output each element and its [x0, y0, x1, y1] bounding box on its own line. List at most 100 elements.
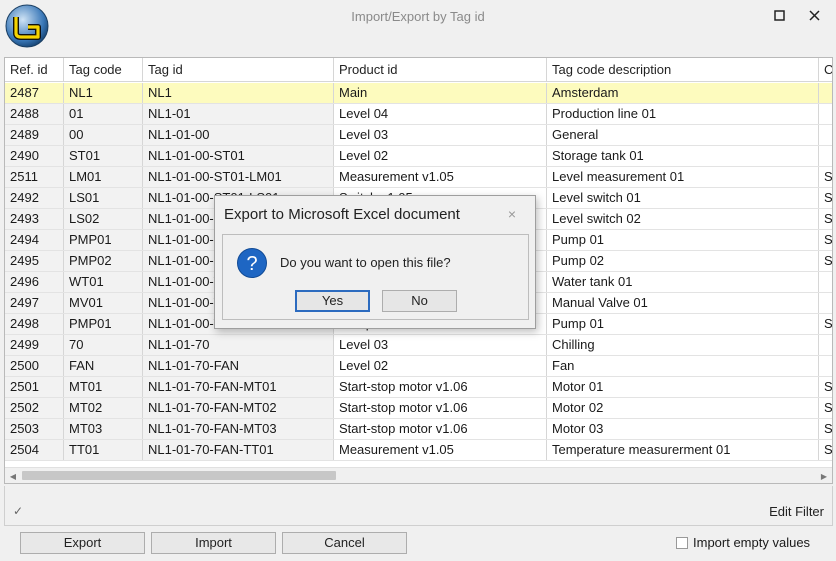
scroll-left-icon[interactable]: ◀ [5, 468, 21, 483]
dialog-close-icon[interactable]: × [508, 206, 516, 222]
table-row[interactable]: 2490 ST01 NL1-01-00-ST01 Level 02 Storage ta… [5, 146, 832, 167]
cell-ref-id[interactable]: 2500 [5, 356, 64, 376]
cell-tag-code[interactable]: WT01 [64, 272, 143, 292]
cell-ref-id[interactable]: 2492 [5, 188, 64, 208]
cell-tag-code[interactable]: LM01 [64, 167, 143, 187]
table-row[interactable]: 2501 MT01 NL1-01-70-FAN-MT01 Start-stop mot… [5, 377, 832, 398]
cell-tag-description[interactable]: Production line 01 [547, 104, 819, 124]
column-header-ref-id[interactable]: Ref. id [5, 58, 64, 82]
import-empty-checkbox[interactable] [676, 536, 688, 549]
cell-ref-id[interactable]: 2504 [5, 440, 64, 460]
cell-tag-id[interactable]: NL1-01-00-ST01 [143, 146, 334, 166]
cell-tag-description[interactable]: Motor 01 [547, 377, 819, 397]
cell-c[interactable] [819, 272, 832, 292]
table-row[interactable]: 2499 70 NL1-01-70 Level 03 Chilling [5, 335, 832, 356]
cell-tag-id[interactable]: NL1-01-70-FAN [143, 356, 334, 376]
cell-tag-code[interactable]: ST01 [64, 146, 143, 166]
cell-tag-description[interactable]: Level measurement 01 [547, 167, 819, 187]
cell-product-id[interactable]: Measurement v1.05 [334, 440, 547, 460]
scroll-thumb[interactable] [22, 471, 336, 480]
cancel-button[interactable]: Cancel [282, 532, 407, 554]
cell-c[interactable]: S [819, 419, 832, 439]
cell-c[interactable] [819, 356, 832, 376]
cell-tag-id[interactable]: NL1 [143, 83, 334, 103]
cell-tag-id[interactable]: NL1-01-70-FAN-MT01 [143, 377, 334, 397]
cell-tag-code[interactable]: PMP01 [64, 230, 143, 250]
cell-ref-id[interactable]: 2498 [5, 314, 64, 334]
cell-ref-id[interactable]: 2487 [5, 83, 64, 103]
cell-product-id[interactable]: Level 03 [334, 335, 547, 355]
cell-c[interactable]: S [819, 377, 832, 397]
import-empty-option[interactable]: Import empty values [676, 535, 810, 550]
cell-c[interactable]: S [819, 251, 832, 271]
cell-ref-id[interactable]: 2488 [5, 104, 64, 124]
cell-tag-description[interactable]: Level switch 01 [547, 188, 819, 208]
edit-filter-link[interactable]: Edit Filter [769, 504, 824, 519]
cell-product-id[interactable]: Start-stop motor v1.06 [334, 419, 547, 439]
cell-product-id[interactable]: Start-stop motor v1.06 [334, 398, 547, 418]
cell-tag-code[interactable]: MT01 [64, 377, 143, 397]
close-window-button[interactable] [805, 6, 823, 24]
cell-tag-description[interactable]: General [547, 125, 819, 145]
cell-c[interactable] [819, 104, 832, 124]
cell-product-id[interactable]: Start-stop motor v1.06 [334, 377, 547, 397]
cell-tag-description[interactable]: Temperature measurerment 01 [547, 440, 819, 460]
cell-tag-id[interactable]: NL1-01-70-FAN-TT01 [143, 440, 334, 460]
table-row[interactable]: 2487 NL1 NL1 Main Amsterdam [5, 83, 832, 104]
cell-tag-id[interactable]: NL1-01-00 [143, 125, 334, 145]
cell-ref-id[interactable]: 2494 [5, 230, 64, 250]
table-row[interactable]: 2503 MT03 NL1-01-70-FAN-MT03 Start-stop mot… [5, 419, 832, 440]
cell-product-id[interactable]: Level 02 [334, 356, 547, 376]
cell-tag-code[interactable]: MT02 [64, 398, 143, 418]
cell-c[interactable]: S [819, 398, 832, 418]
cell-tag-id[interactable]: NL1-01-70-FAN-MT03 [143, 419, 334, 439]
cell-c[interactable] [819, 335, 832, 355]
cell-tag-code[interactable]: LS02 [64, 209, 143, 229]
cell-tag-id[interactable]: NL1-01 [143, 104, 334, 124]
cell-c[interactable] [819, 146, 832, 166]
cell-tag-id[interactable]: NL1-01-70 [143, 335, 334, 355]
cell-tag-code[interactable]: PMP01 [64, 314, 143, 334]
cell-tag-id[interactable]: NL1-01-00-ST01-LM01 [143, 167, 334, 187]
no-button[interactable]: No [382, 290, 457, 312]
cell-c[interactable]: S [819, 188, 832, 208]
cell-tag-code[interactable]: 00 [64, 125, 143, 145]
cell-product-id[interactable]: Level 02 [334, 146, 547, 166]
cell-ref-id[interactable]: 2511 [5, 167, 64, 187]
cell-c[interactable]: S [819, 314, 832, 334]
cell-c[interactable] [819, 293, 832, 313]
cell-tag-description[interactable]: Storage tank 01 [547, 146, 819, 166]
column-header-product-id[interactable]: Product id [334, 58, 547, 82]
cell-c[interactable] [819, 125, 832, 145]
cell-c[interactable] [819, 83, 832, 103]
cell-tag-code[interactable]: LS01 [64, 188, 143, 208]
cell-tag-description[interactable]: Pump 01 [547, 314, 819, 334]
cell-tag-code[interactable]: 70 [64, 335, 143, 355]
cell-tag-code[interactable]: NL1 [64, 83, 143, 103]
cell-c[interactable]: S [819, 440, 832, 460]
cell-ref-id[interactable]: 2490 [5, 146, 64, 166]
cell-product-id[interactable]: Main [334, 83, 547, 103]
cell-ref-id[interactable]: 2497 [5, 293, 64, 313]
cell-tag-description[interactable]: Motor 02 [547, 398, 819, 418]
cell-product-id[interactable]: Measurement v1.05 [334, 167, 547, 187]
maximize-button[interactable] [770, 6, 788, 24]
table-row[interactable]: 2511 LM01 NL1-01-00-ST01-LM01 Measurement v… [5, 167, 832, 188]
cell-tag-id[interactable]: NL1-01-70-FAN-MT02 [143, 398, 334, 418]
cell-c[interactable]: S [819, 230, 832, 250]
column-header-tag-code[interactable]: Tag code [64, 58, 143, 82]
cell-ref-id[interactable]: 2495 [5, 251, 64, 271]
cell-ref-id[interactable]: 2502 [5, 398, 64, 418]
cell-tag-description[interactable]: Chilling [547, 335, 819, 355]
cell-ref-id[interactable]: 2503 [5, 419, 64, 439]
cell-ref-id[interactable]: 2499 [5, 335, 64, 355]
cell-tag-code[interactable]: PMP02 [64, 251, 143, 271]
cell-tag-code[interactable]: MV01 [64, 293, 143, 313]
cell-tag-description[interactable]: Manual Valve 01 [547, 293, 819, 313]
cell-tag-code[interactable]: 01 [64, 104, 143, 124]
cell-tag-description[interactable]: Amsterdam [547, 83, 819, 103]
cell-tag-code[interactable]: FAN [64, 356, 143, 376]
column-header-tag-description[interactable]: Tag code description [547, 58, 819, 82]
cell-c[interactable]: S [819, 209, 832, 229]
scroll-right-icon[interactable]: ▶ [816, 468, 832, 483]
